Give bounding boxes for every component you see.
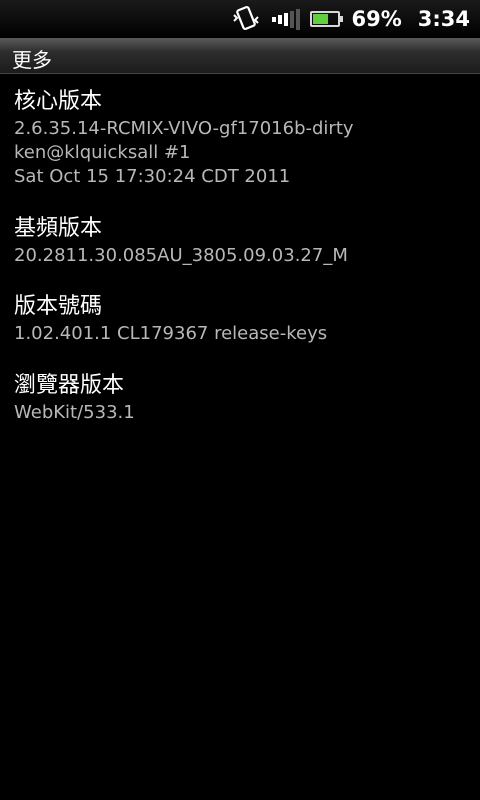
battery-fill [312,14,329,24]
battery-percentage: 69% [351,7,402,31]
vibrate-icon [232,5,262,33]
item-title: 版本號碼 [14,294,103,319]
item-value: WebKit/533.1 [14,402,135,423]
item-value: 20.2811.30.085AU_3805.09.03.27_M [14,245,348,266]
build-number-item: 版本號碼 1.02.401.1 CL179367 release-keys [0,292,327,346]
status-bar: 69% 3:34 [0,0,480,38]
item-title: 瀏覽器版本 [14,373,125,398]
item-value: Sat Oct 15 17:30:24 CDT 2011 [14,166,291,187]
page-title: 更多 [12,48,52,72]
baseband-version-item: 基頻版本 20.2811.30.085AU_3805.09.03.27_M [0,214,348,268]
battery-icon [309,11,343,27]
item-value: 2.6.35.14-RCMIX-VIVO-gf17016b-dirty [14,118,354,139]
item-title: 基頻版本 [14,216,103,241]
kernel-version-item: 核心版本 2.6.35.14-RCMIX-VIVO-gf17016b-dirty… [0,87,354,189]
item-value: 1.02.401.1 CL179367 release-keys [14,323,328,344]
title-bar: 更多 [0,38,480,74]
signal-icon [271,8,300,30]
item-title: 核心版本 [14,89,103,114]
item-value: ken@klquicksall #1 [14,142,191,163]
clock: 3:34 [417,7,470,31]
browser-version-item: 瀏覽器版本 WebKit/533.1 [0,371,135,425]
